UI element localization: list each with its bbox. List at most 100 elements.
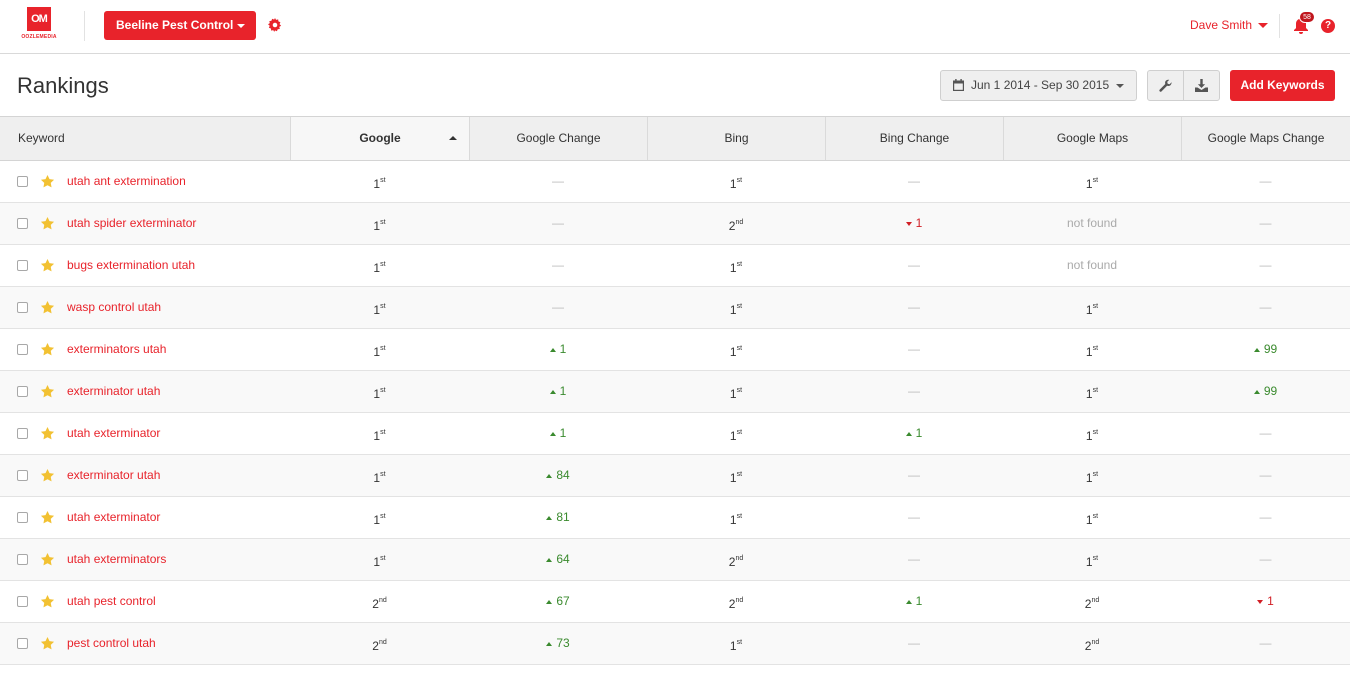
- keyword-link[interactable]: utah ant extermination: [67, 161, 186, 202]
- table-row: exterminators utah 1st 1 1st — 1st 99: [0, 329, 1350, 371]
- star-icon[interactable]: [40, 636, 55, 651]
- table-row: utah ant extermination 1st — 1st — 1st —: [0, 161, 1350, 203]
- column-header-bing[interactable]: Bing: [647, 117, 825, 160]
- bing-rank-cell: 2nd: [647, 539, 825, 580]
- bing-rank-cell: 1st: [647, 413, 825, 454]
- google-maps-change-cell: —: [1181, 161, 1350, 202]
- google-rank-cell: 1st: [290, 455, 469, 496]
- caret-down-icon: [237, 24, 245, 28]
- user-caret-down-icon[interactable]: [1258, 23, 1268, 28]
- column-header-google-maps[interactable]: Google Maps: [1003, 117, 1181, 160]
- star-icon[interactable]: [40, 174, 55, 189]
- google-maps-change-none: —: [1259, 636, 1272, 650]
- google-maps-change-value: 99: [1253, 384, 1277, 398]
- row-checkbox[interactable]: [17, 344, 28, 355]
- google-maps-rank: 1st: [1085, 177, 1099, 191]
- help-icon[interactable]: ?: [1321, 19, 1335, 33]
- google-change-cell: 64: [469, 539, 647, 580]
- bing-change-cell: 1: [825, 581, 1003, 622]
- column-header-google[interactable]: Google: [290, 117, 469, 160]
- arrow-up-icon: [1253, 348, 1260, 352]
- keyword-link[interactable]: utah spider exterminator: [67, 203, 196, 244]
- row-checkbox[interactable]: [17, 428, 28, 439]
- bing-change-none: —: [908, 552, 920, 566]
- row-checkbox[interactable]: [17, 302, 28, 313]
- bing-rank: 1st: [729, 345, 743, 359]
- google-rank-cell: 2nd: [290, 581, 469, 622]
- keyword-link[interactable]: exterminator utah: [67, 371, 160, 412]
- google-change-value: 1: [549, 342, 566, 356]
- google-maps-rank-cell: 1st: [1003, 455, 1181, 496]
- arrow-down-icon: [1257, 600, 1264, 604]
- keyword-link[interactable]: wasp control utah: [67, 287, 161, 328]
- google-rank: 1st: [373, 303, 386, 317]
- star-icon[interactable]: [40, 300, 55, 315]
- google-change-cell: —: [469, 287, 647, 328]
- user-menu[interactable]: Dave Smith: [1190, 18, 1252, 32]
- table-row: utah exterminator 1st 81 1st — 1st —: [0, 497, 1350, 539]
- download-button[interactable]: [1184, 71, 1220, 100]
- add-keywords-button[interactable]: Add Keywords: [1230, 70, 1335, 101]
- keyword-link[interactable]: utah pest control: [67, 581, 156, 622]
- google-rank-cell: 1st: [290, 203, 469, 244]
- row-checkbox[interactable]: [17, 596, 28, 607]
- star-icon[interactable]: [40, 552, 55, 567]
- row-checkbox[interactable]: [17, 176, 28, 187]
- star-icon[interactable]: [40, 258, 55, 273]
- star-icon[interactable]: [40, 594, 55, 609]
- google-change-value: 67: [546, 594, 570, 608]
- row-checkbox[interactable]: [17, 512, 28, 523]
- bing-change-cell: —: [825, 539, 1003, 580]
- column-header-keyword[interactable]: Keyword: [0, 117, 290, 160]
- google-maps-change-none: —: [1259, 468, 1272, 482]
- row-checkbox[interactable]: [17, 554, 28, 565]
- google-maps-rank-cell: 1st: [1003, 287, 1181, 328]
- keyword-link[interactable]: pest control utah: [67, 623, 156, 664]
- oozle-media-logo[interactable]: OM OOZLEMEDIA: [18, 7, 60, 43]
- google-change-cell: 1: [469, 329, 647, 370]
- google-maps-change-none: —: [1259, 174, 1272, 188]
- row-checkbox[interactable]: [17, 638, 28, 649]
- keyword-link[interactable]: bugs extermination utah: [67, 245, 195, 286]
- keyword-link[interactable]: exterminator utah: [67, 455, 160, 496]
- star-icon[interactable]: [40, 468, 55, 483]
- client-selector-label: Beeline Pest Control: [116, 18, 234, 32]
- bing-rank-cell: 1st: [647, 371, 825, 412]
- google-maps-rank-cell: 2nd: [1003, 581, 1181, 622]
- google-maps-rank: 2nd: [1084, 597, 1100, 611]
- row-checkbox[interactable]: [17, 386, 28, 397]
- google-maps-rank-cell: 1st: [1003, 161, 1181, 202]
- row-checkbox[interactable]: [17, 470, 28, 481]
- sort-ascending-icon: [449, 136, 457, 140]
- keyword-link[interactable]: utah exterminator: [67, 497, 160, 538]
- logo-text: OOZLEMEDIA: [21, 34, 57, 40]
- row-checkbox[interactable]: [17, 260, 28, 271]
- gear-icon[interactable]: [268, 18, 282, 32]
- column-header-google-change[interactable]: Google Change: [469, 117, 647, 160]
- date-range-picker[interactable]: Jun 1 2014 - Sep 30 2015: [940, 70, 1137, 101]
- google-maps-rank-not-found: not found: [1066, 258, 1118, 272]
- bing-change-cell: —: [825, 245, 1003, 286]
- star-icon[interactable]: [40, 384, 55, 399]
- settings-wrench-button[interactable]: [1148, 71, 1184, 100]
- keyword-link[interactable]: exterminators utah: [67, 329, 166, 370]
- bing-change-none: —: [908, 468, 920, 482]
- google-maps-rank: 1st: [1085, 345, 1099, 359]
- bing-change-cell: 1: [825, 203, 1003, 244]
- star-icon[interactable]: [40, 342, 55, 357]
- star-icon[interactable]: [40, 216, 55, 231]
- star-icon[interactable]: [40, 510, 55, 525]
- client-selector-button[interactable]: Beeline Pest Control: [104, 11, 256, 40]
- column-header-bing-change[interactable]: Bing Change: [825, 117, 1003, 160]
- google-rank-cell: 1st: [290, 245, 469, 286]
- row-checkbox[interactable]: [17, 218, 28, 229]
- google-maps-rank-cell: 1st: [1003, 539, 1181, 580]
- keyword-link[interactable]: utah exterminators: [67, 539, 166, 580]
- google-rank: 1st: [373, 345, 386, 359]
- arrow-up-icon: [546, 642, 553, 646]
- column-header-google-maps-change[interactable]: Google Maps Change: [1181, 117, 1350, 160]
- keyword-link[interactable]: utah exterminator: [67, 413, 160, 454]
- star-icon[interactable]: [40, 426, 55, 441]
- rankings-table: Keyword Google Google Change Bing Bing C…: [0, 116, 1350, 665]
- bing-change-cell: —: [825, 329, 1003, 370]
